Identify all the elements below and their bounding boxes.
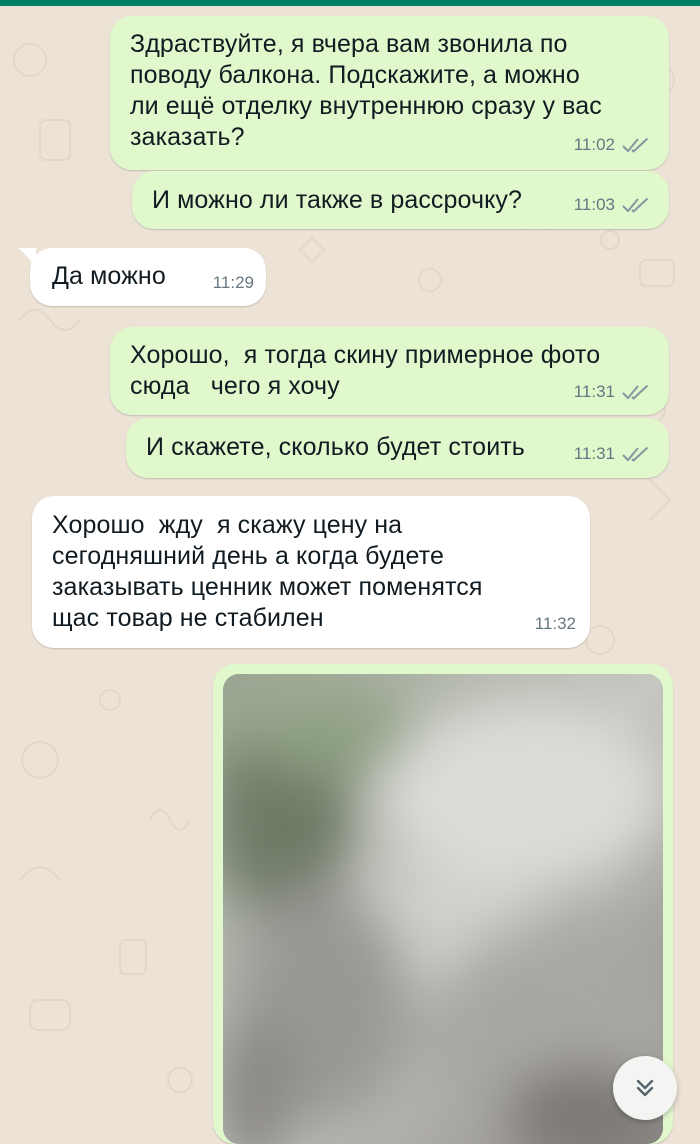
read-ticks-icon bbox=[622, 446, 649, 462]
message-meta: 11:03 bbox=[574, 189, 651, 220]
message-meta: 11:31 bbox=[574, 438, 651, 469]
photo-image bbox=[223, 674, 663, 1144]
message-time: 11:31 bbox=[573, 444, 615, 463]
message-text: Хорошо жду я скажу цену на сегодняшний д… bbox=[52, 511, 483, 632]
message-text: И можно ли также в рассрочку? bbox=[152, 186, 523, 214]
read-ticks-icon bbox=[622, 197, 649, 213]
scroll-to-bottom-button[interactable] bbox=[613, 1056, 677, 1120]
read-ticks-icon bbox=[622, 137, 649, 153]
message-time: 11:02 bbox=[573, 135, 615, 154]
message-text: И скажете, сколько будет стоить bbox=[146, 433, 525, 461]
message-bubble-outgoing[interactable]: Здраствуйте, я вчера вам звонила по пово… bbox=[110, 16, 669, 170]
read-ticks-icon bbox=[622, 384, 649, 400]
message-bubble-incoming[interactable]: Хорошо жду я скажу цену на сегодняшний д… bbox=[32, 496, 590, 648]
message-meta: 11:32 bbox=[535, 608, 576, 639]
bubble-tail bbox=[18, 248, 36, 268]
message-bubble-incoming[interactable]: Да можно 11:29 bbox=[30, 248, 266, 306]
message-time: 11:32 bbox=[534, 614, 576, 633]
chat-area[interactable]: Здраствуйте, я вчера вам звонила по пово… bbox=[0, 0, 700, 1144]
message-text: Хорошо, я тогда скину примерное фото сюд… bbox=[130, 341, 601, 400]
message-text: Да можно bbox=[52, 262, 166, 290]
blurred-photo[interactable] bbox=[223, 674, 663, 1144]
message-time: 11:29 bbox=[212, 273, 254, 292]
photo-message-bubble[interactable] bbox=[213, 664, 673, 1144]
message-meta: 11:29 bbox=[213, 267, 254, 298]
message-meta: 11:31 bbox=[574, 376, 651, 407]
message-bubble-outgoing[interactable]: И можно ли также в рассрочку? 11:03 bbox=[132, 171, 669, 229]
double-chevron-down-icon bbox=[636, 1079, 654, 1097]
message-time: 11:03 bbox=[573, 195, 615, 214]
message-meta: 11:02 bbox=[574, 129, 651, 160]
message-bubble-outgoing[interactable]: И скажете, сколько будет стоить 11:31 bbox=[126, 418, 669, 478]
message-bubble-outgoing[interactable]: Хорошо, я тогда скину примерное фото сюд… bbox=[110, 327, 669, 415]
message-time: 11:31 bbox=[573, 382, 615, 401]
message-text: Здраствуйте, я вчера вам звонила по пово… bbox=[130, 30, 602, 151]
